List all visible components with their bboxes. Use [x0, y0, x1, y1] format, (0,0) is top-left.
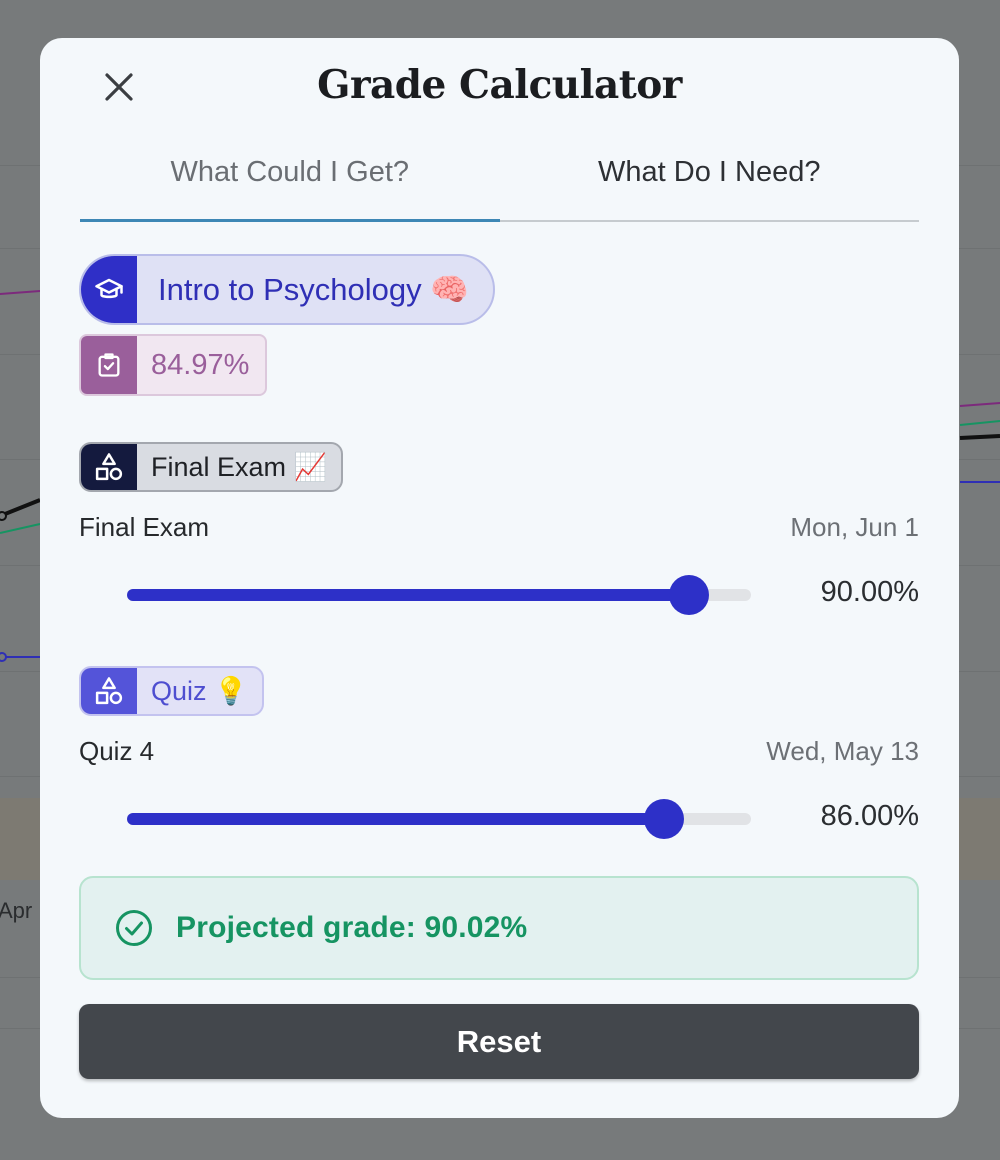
shapes-icon — [81, 668, 137, 714]
slider-fill — [127, 813, 664, 825]
item-name: Final Exam — [79, 512, 210, 542]
category-label: Final Exam 📈 — [151, 452, 328, 482]
tab-bar: What Could I Get? What Do I Need? — [80, 148, 919, 222]
item-name: Quiz 4 — [79, 736, 155, 766]
item-date: Wed, May 13 — [766, 736, 919, 766]
slider-fill — [127, 589, 689, 601]
grade-calculator-dialog: Grade Calculator What Could I Get? What … — [40, 38, 959, 1118]
bg-axis-label: Apr — [0, 898, 33, 923]
current-grade-value: 84.97% — [151, 348, 250, 381]
dialog-title: Grade Calculator — [317, 62, 682, 108]
tab-what-do-i-need[interactable]: What Do I Need? — [499, 148, 919, 222]
current-grade-badge: 84.97% — [79, 334, 268, 396]
slider-row-quiz-4: 86.00% — [79, 796, 919, 840]
clipboard-check-icon — [81, 336, 137, 394]
item-percent: 90.00% — [820, 576, 919, 608]
check-circle-icon — [116, 910, 152, 946]
category-badge-quiz: Quiz 💡 — [79, 666, 264, 716]
item-percent: 86.00% — [820, 800, 919, 832]
course-name: Intro to Psychology 🧠 — [158, 272, 469, 307]
item-date: Mon, Jun 1 — [790, 512, 919, 542]
projected-grade-text: Projected grade: 90.02% — [176, 911, 528, 944]
course-badge: Intro to Psychology 🧠 — [79, 254, 495, 325]
shapes-icon — [81, 444, 137, 490]
tab-what-could-i-get[interactable]: What Could I Get? — [80, 148, 500, 222]
graduation-cap-icon — [81, 256, 137, 323]
grade-slider-final-exam[interactable] — [127, 575, 751, 615]
item-row-quiz-4: Quiz 4 Wed, May 13 — [79, 736, 919, 767]
item-row-final-exam: Final Exam Mon, Jun 1 — [79, 512, 919, 543]
projected-grade-alert: Projected grade: 90.02% — [79, 876, 919, 980]
category-badge-final-exam: Final Exam 📈 — [79, 442, 344, 492]
slider-thumb[interactable] — [643, 799, 684, 839]
slider-thumb[interactable] — [668, 575, 709, 615]
reset-button[interactable]: Reset — [79, 1004, 919, 1079]
slider-row-final-exam: 90.00% — [79, 572, 919, 616]
category-label: Quiz 💡 — [151, 676, 248, 706]
grade-slider-quiz-4[interactable] — [127, 799, 751, 839]
